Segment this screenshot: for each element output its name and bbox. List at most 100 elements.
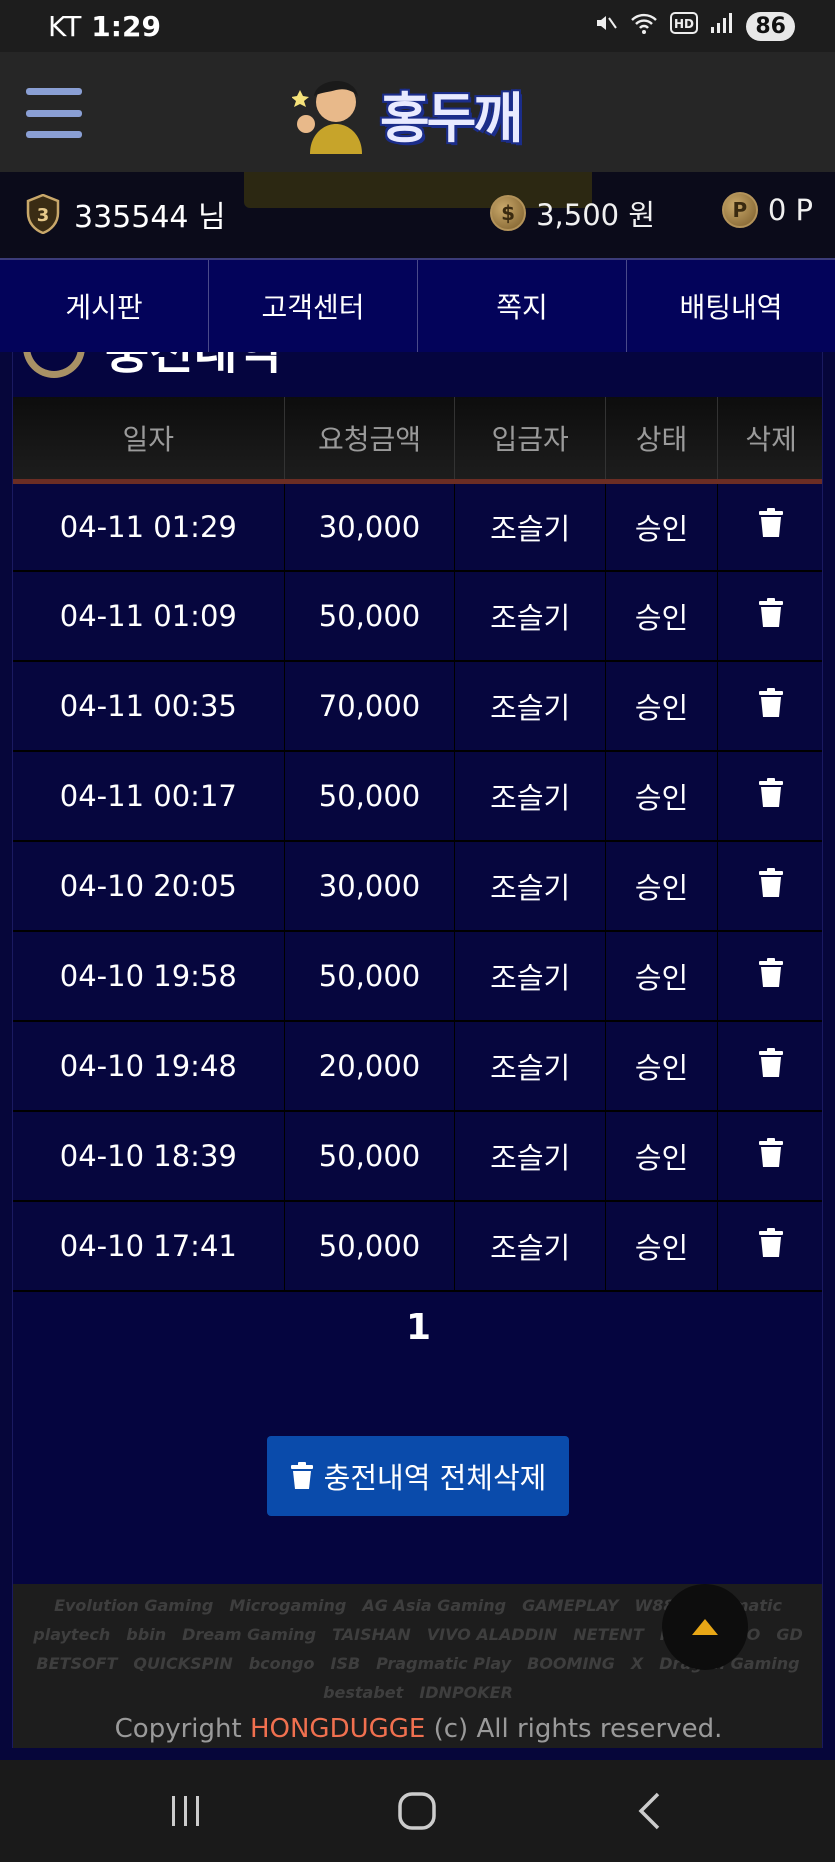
tab-messages[interactable]: 쪽지 [418,260,627,352]
row-delete-cell [717,481,822,572]
row-date: 04-10 20:05 [13,841,285,932]
provider-logo: AG Asia Gaming [362,1596,507,1615]
table-row: 04-11 01:29 30,000 조슬기 승인 [13,481,822,572]
carrier-label: KT [48,9,82,43]
svg-text:HD: HD [674,17,694,31]
row-depositor: 조슬기 [454,751,606,842]
row-delete-cell [717,1021,822,1112]
row-date: 04-11 00:17 [13,751,285,842]
username: 335544 님 [74,200,226,235]
row-depositor: 조슬기 [454,661,606,752]
money-balance: $ 3,500 원 [490,192,655,234]
table-row: 04-10 17:41 50,000 조슬기 승인 [13,1201,822,1292]
mute-icon [594,11,618,41]
provider-logo: NETENT [573,1625,644,1644]
provider-logo: GD [776,1625,803,1644]
row-delete-cell [717,571,822,662]
charge-history-panel: 충전내역 일자 요청금액 입금자 상태 삭제 04-11 01:29 30,000… [12,352,823,1748]
tab-board[interactable]: 게시판 [0,260,209,352]
table-row: 04-11 00:17 50,000 조슬기 승인 [13,751,822,842]
table-row: 04-11 00:35 70,000 조슬기 승인 [13,661,822,752]
row-status: 승인 [605,571,719,662]
row-depositor: 조슬기 [454,1111,606,1202]
row-depositor: 조슬기 [454,1201,606,1292]
status-bar: KT 1:29 HD 86 [0,0,835,52]
row-depositor: 조슬기 [454,841,606,932]
pagination: 1 [13,1307,822,1348]
tab-betting-history[interactable]: 배팅내역 [627,260,835,352]
page-title: 충전내역 [105,352,282,380]
trash-icon[interactable] [758,1137,784,1168]
trash-icon[interactable] [758,508,784,538]
row-amount: 30,000 [284,481,456,572]
row-status: 승인 [605,1201,719,1292]
provider-logo: Evolution Gaming [54,1596,214,1615]
row-date: 04-11 01:29 [13,481,285,572]
row-status: 승인 [605,481,719,572]
mascot-icon [292,80,362,154]
row-depositor: 조슬기 [454,481,606,572]
col-depositor: 입금자 [454,397,606,481]
row-amount: 50,000 [284,571,456,662]
provider-logo: BETSOFT [36,1654,118,1673]
site-logo[interactable]: 홍두깨 [292,70,523,156]
trash-icon[interactable] [758,1047,784,1078]
provider-logo: IDNPOKER [419,1683,513,1702]
row-status: 승인 [605,931,719,1022]
scroll-top-button[interactable] [662,1584,748,1670]
app-header: 홍두깨 [0,52,835,172]
signal-icon [710,12,734,40]
provider-logo: TAISHAN [332,1625,411,1644]
home-icon[interactable] [377,1781,457,1841]
user-profile: 3 335544 님 [26,192,226,236]
title-ring-icon [23,352,85,378]
dollar-coin-icon: $ [490,195,527,231]
row-status: 승인 [605,841,719,932]
trash-icon[interactable] [758,777,784,808]
points-balance: P 0 P [721,192,813,228]
row-delete-cell [717,751,822,842]
col-delete: 삭제 [717,397,822,481]
recent-apps-icon[interactable] [146,1781,226,1841]
delete-all-button[interactable]: 충전내역 전체삭제 [267,1436,569,1516]
money-amount: 3,500 원 [536,198,655,232]
hamburger-menu-icon[interactable] [26,88,82,138]
copyright-prefix: Copyright [114,1714,250,1744]
delete-all-label: 충전내역 전체삭제 [323,1461,547,1495]
provider-logo: Dream Gaming [182,1625,317,1644]
trash-icon[interactable] [758,687,784,718]
logo-text: 홍두깨 [380,86,523,150]
main-tabs: 게시판 고객센터 쪽지 배팅내역 [0,258,835,352]
provider-logo: GAMEPLAY [522,1596,619,1615]
trash-icon [290,1462,313,1489]
row-date: 04-10 19:48 [13,1021,285,1112]
copyright: Copyright HONGDUGGE (c) All rights reser… [13,1714,822,1744]
table-header-row: 일자 요청금액 입금자 상태 삭제 [13,397,822,481]
trash-icon[interactable] [758,867,784,898]
table-row: 04-11 01:09 50,000 조슬기 승인 [13,571,822,662]
back-icon[interactable] [609,1781,689,1841]
col-date: 일자 [13,397,285,481]
row-depositor: 조슬기 [454,571,606,662]
page: KT 1:29 HD 86 홍두깨 3 335544 님 $ 3,500 원 P… [0,0,835,1862]
battery-indicator: 86 [746,11,795,41]
provider-logo: bcongo [248,1654,315,1673]
provider-logo: ISB [330,1654,361,1673]
system-nav-bar [0,1760,835,1862]
trash-icon[interactable] [758,957,784,988]
row-delete-cell [717,841,822,932]
row-date: 04-10 17:41 [13,1201,285,1292]
row-date: 04-11 00:35 [13,661,285,752]
trash-icon[interactable] [758,597,784,628]
table-row: 04-10 19:58 50,000 조슬기 승인 [13,931,822,1022]
status-right: HD 86 [594,11,795,41]
level-shield-icon: 3 [26,194,60,234]
trash-icon[interactable] [758,1227,784,1258]
charge-history-table: 일자 요청금액 입금자 상태 삭제 04-11 01:29 30,000 조슬기 승인… [13,397,822,1292]
row-amount: 50,000 [284,1201,456,1292]
col-amount: 요청금액 [284,397,456,481]
provider-logo: Pragmatic Play [376,1654,512,1673]
page-number-current[interactable]: 1 [406,1307,431,1348]
provider-logo: bbin [126,1625,167,1644]
tab-customer-center[interactable]: 고객센터 [209,260,418,352]
